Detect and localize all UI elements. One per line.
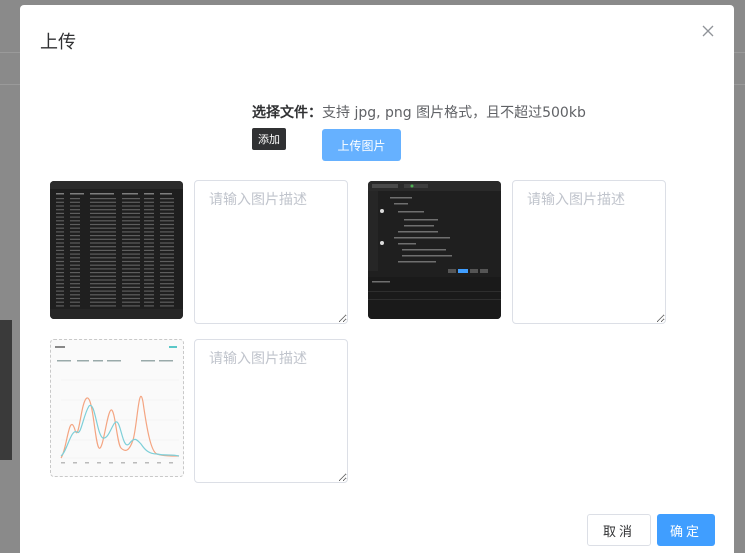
close-icon[interactable]	[700, 23, 716, 39]
confirm-button[interactable]: 确定	[657, 514, 715, 546]
code-screenshot-icon	[368, 181, 501, 319]
image-description-input[interactable]	[512, 180, 666, 324]
table-screenshot-icon	[50, 181, 183, 319]
dialog-title: 上传	[40, 32, 76, 53]
image-description-input[interactable]	[194, 339, 348, 483]
image-thumbnail[interactable]	[50, 339, 184, 477]
file-hint: 支持 jpg, png 图片格式，且不超过500kb	[322, 105, 586, 121]
image-description-input[interactable]	[194, 180, 348, 324]
file-label: 选择文件：	[252, 105, 322, 121]
chart-screenshot-icon	[55, 346, 180, 464]
file-select-row: 选择文件：支持 jpg, png 图片格式，且不超过500kb	[252, 102, 586, 122]
upload-dialog: 上传 选择文件：支持 jpg, png 图片格式，且不超过500kb 添加 上传…	[20, 5, 734, 553]
add-tooltip: 添加	[252, 128, 286, 150]
cancel-button[interactable]: 取消	[587, 514, 651, 546]
backdrop-thumbnail	[0, 320, 12, 460]
upload-image-button[interactable]: 上传图片	[322, 129, 401, 161]
image-thumbnail[interactable]	[368, 181, 501, 319]
image-thumbnail[interactable]	[50, 181, 183, 319]
